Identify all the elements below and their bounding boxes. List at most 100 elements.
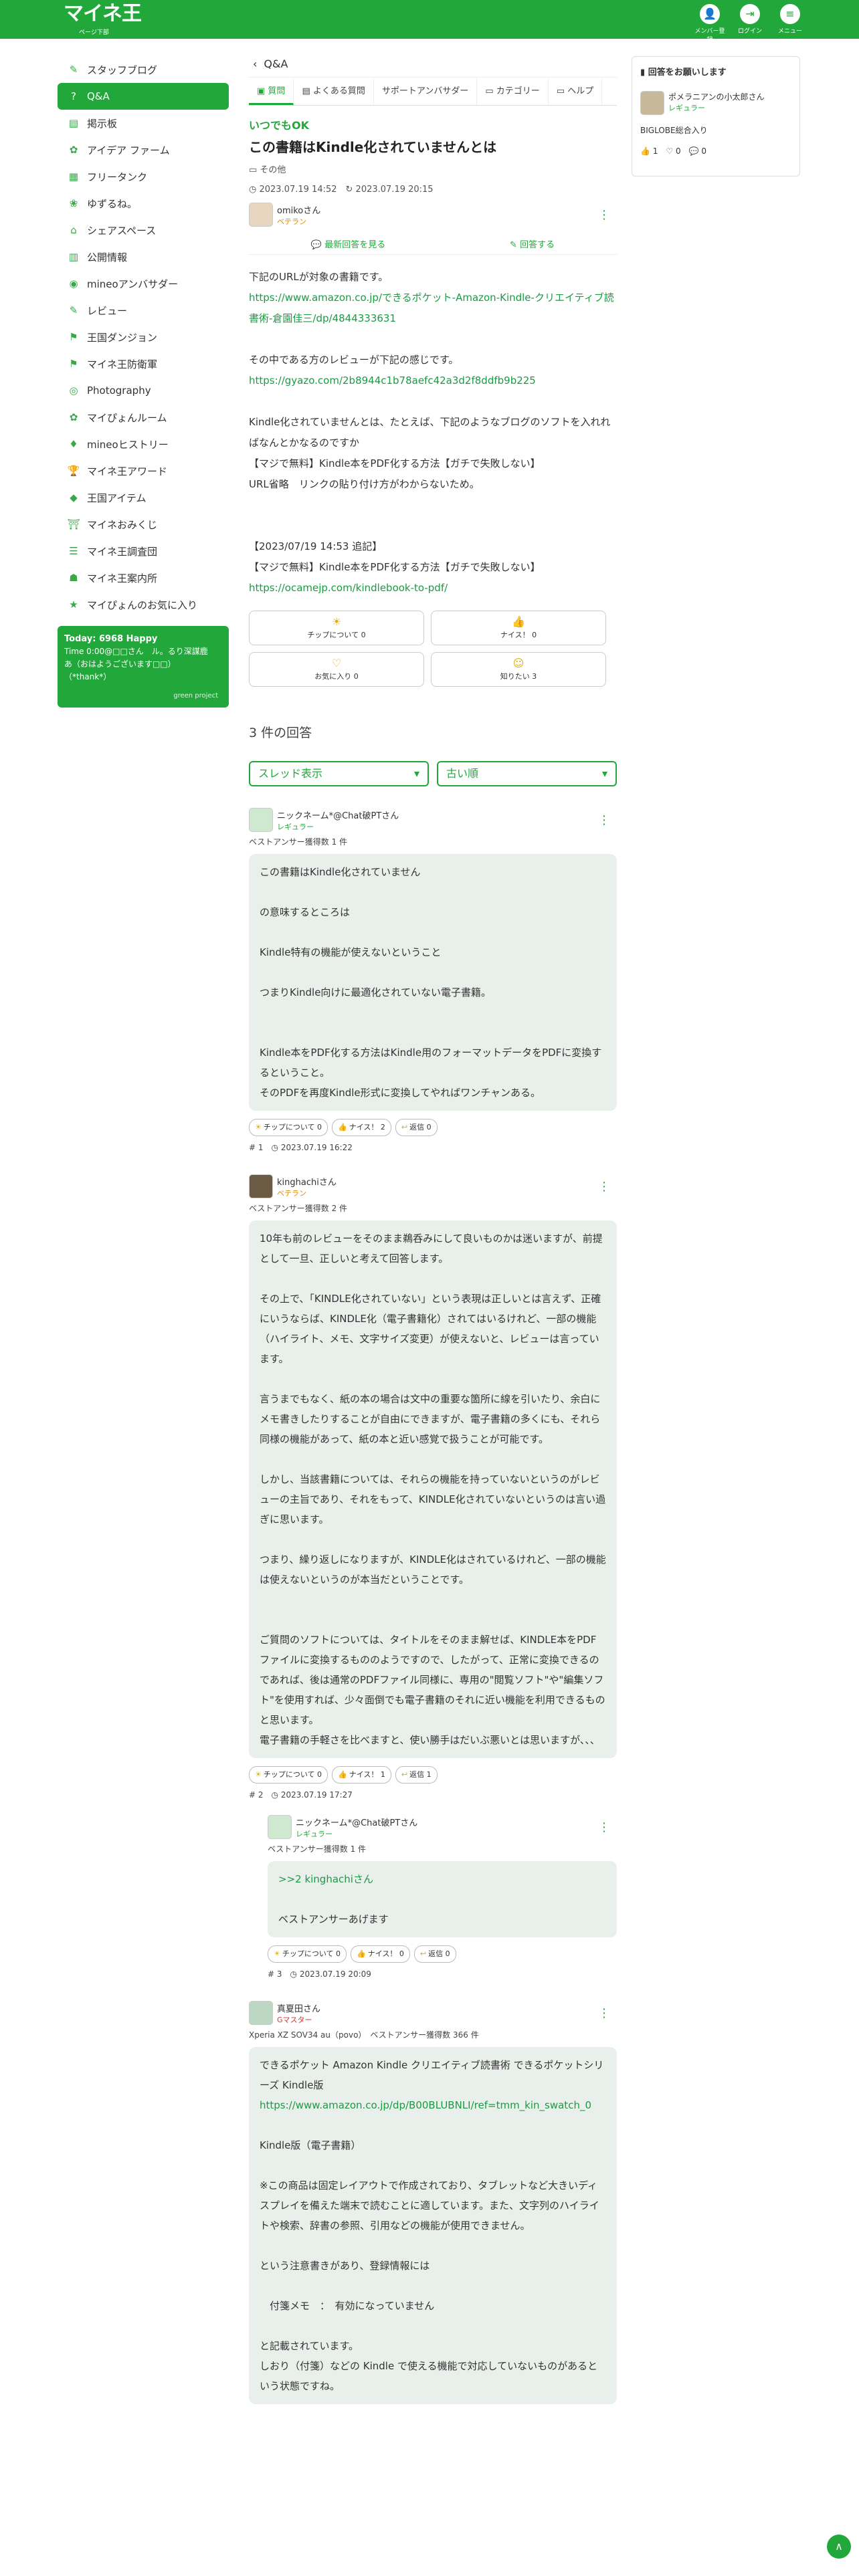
reaction-button[interactable]: 👍 ナイス！ 0 [431, 611, 606, 645]
answer-number[interactable]: # 2 [249, 1790, 264, 1800]
sidebar-item[interactable]: ◆ 王国アイテム [58, 484, 229, 511]
login-button[interactable]: ⇥ ログイン [733, 4, 767, 35]
reaction-icon: 👍 [512, 615, 525, 628]
more-icon[interactable]: ⋮ [598, 208, 610, 222]
body-link[interactable]: https://gyazo.com/2b8944c1b78aefc42a3d2f… [249, 370, 617, 391]
link-text[interactable]: >>2 kinghachiさん [278, 1873, 373, 1885]
answer-number[interactable]: # 3 [268, 1969, 282, 1979]
reaction-button[interactable]: ☀ チップについて 0 [249, 611, 424, 645]
more-icon[interactable]: ⋮ [598, 2006, 610, 2020]
thread-view-select[interactable]: スレッド表示 [249, 761, 429, 786]
link-text[interactable]: https://www.amazon.co.jp/dp/B00BLUBNLI/r… [260, 2099, 591, 2111]
sidebar-icon: ▦ [68, 171, 79, 183]
tab-0[interactable]: ▣ 質問 [249, 78, 294, 105]
chip-icon: ↩ [401, 1770, 408, 1779]
answer-number[interactable]: # 1 [249, 1143, 264, 1152]
clock-icon: ◷ [263, 1790, 281, 1800]
sidebar-item[interactable]: ⌂ シェアスペース [58, 217, 229, 243]
more-icon[interactable]: ⋮ [598, 1820, 610, 1834]
body-link[interactable]: https://www.amazon.co.jp/dp/B00BLUBNLI/r… [260, 2095, 606, 2115]
sidebar-item[interactable]: ☗ マイネ王案内所 [58, 564, 229, 591]
register-button[interactable]: 👤 メンバー登録 [693, 4, 727, 43]
sidebar-item[interactable]: ⛩ マイネおみくじ [58, 511, 229, 538]
more-icon[interactable]: ⋮ [598, 1180, 610, 1194]
back-link[interactable]: ‹ Q&A [249, 51, 617, 78]
link-text[interactable]: https://gyazo.com/2b8944c1b78aefc42a3d2f… [249, 374, 536, 387]
body-link[interactable]: https://ocamejp.com/kindlebook-to-pdf/ [249, 578, 617, 599]
reaction-chip[interactable]: ↩ 返信 1 [395, 1766, 438, 1784]
sidebar-item[interactable]: ▥ 公開情報 [58, 243, 229, 270]
line-text: Kindle化されていませんとは、たとえば、下記のようなブログのソフトを入れれば… [249, 416, 611, 449]
line-text: その中である方のレビューが下記の感じです。 [249, 354, 459, 366]
reaction-button[interactable]: ♡ お気に入り 0 [249, 652, 424, 687]
latest-answer-button[interactable]: 💬 最新回答を見る [311, 237, 385, 254]
more-icon[interactable]: ⋮ [598, 813, 610, 827]
today-box[interactable]: Today: 6968 Happy Time 0:00@□□さん ル。るり深謀鹿あ… [58, 626, 229, 708]
answer-rank: ベテラン [277, 1188, 306, 1198]
site-logo[interactable]: マイネ王 [64, 4, 142, 24]
body-link[interactable]: https://www.amazon.co.jp/できるポケット-Amazon-… [249, 288, 617, 329]
avatar[interactable] [249, 203, 273, 227]
question-category[interactable]: ▭ その他 [249, 163, 617, 175]
body-link[interactable]: >>2 kinghachiさん [278, 1869, 606, 1889]
sidebar-item-label: ゆずるね。 [87, 197, 138, 210]
answer-username[interactable]: kinghachiさん [277, 1175, 337, 1188]
sidebar-item[interactable]: ☰ マイネ王調査団 [58, 538, 229, 564]
reaction-chip[interactable]: 👍 ナイス！ 0 [351, 1945, 410, 1963]
reaction-chip[interactable]: ↩ 返信 0 [413, 1945, 456, 1963]
sidebar-item[interactable]: ✎ レビュー [58, 297, 229, 324]
sidebar-item[interactable]: 🏆 マイネ王アワード [58, 457, 229, 484]
sidebar: ✎ スタッフブログ? Q&A ▤ 掲示板 ✿ アイデア ファーム ▦ フリータンク ❀ ゆずるね。 ⌂… [58, 56, 229, 708]
answer-username[interactable]: 真夏田さん [277, 2002, 320, 2014]
page-title: この書籍はKindle化されていませんとは [249, 139, 497, 155]
avatar[interactable] [249, 2001, 273, 2025]
reaction-chip[interactable]: ↩ 返信 0 [395, 1119, 438, 1136]
reaction-chip[interactable]: ☀ チップについて 0 [249, 1766, 328, 1784]
folder-icon: ▭ [249, 165, 260, 175]
avatar[interactable] [249, 1174, 273, 1198]
sidebar-item[interactable]: ◉ mineoアンバサダー [58, 270, 229, 297]
answer-username[interactable]: ニックネーム*@Chat破PTさん [296, 1816, 417, 1828]
chip-label: ナイス！ 0 [367, 1949, 404, 1958]
tab-1[interactable]: ▤ よくある質問 [294, 78, 374, 105]
line-text: 下記のURLが対象の書籍です。 [249, 271, 389, 283]
reaction-chip[interactable]: 👍 ナイス！ 1 [332, 1766, 391, 1784]
sidebar-item[interactable]: ❀ ゆずるね。 [58, 190, 229, 217]
sidebar-item-label: マイぴょんルーム [87, 411, 167, 424]
link-text[interactable]: https://www.amazon.co.jp/できるポケット-Amazon-… [249, 292, 614, 324]
sidebar-item[interactable]: ✿ アイデア ファーム [58, 136, 229, 163]
menu-button[interactable]: ≡ メニュー [773, 4, 807, 35]
sidebar-item[interactable]: ? Q&A [58, 83, 229, 110]
link-text[interactable]: https://ocamejp.com/kindlebook-to-pdf/ [249, 582, 448, 594]
answer-button[interactable]: ✎ 回答する [510, 237, 555, 254]
tab-4[interactable]: ▭ ヘルプ [549, 78, 603, 105]
avatar[interactable] [268, 1815, 292, 1839]
line-text: という注意書きがあり、登録情報には [260, 2260, 430, 2272]
book-icon: ▮ [640, 68, 648, 78]
sidebar-item[interactable]: ▤ 掲示板 [58, 110, 229, 136]
chip-label: 返信 1 [409, 1770, 432, 1779]
avatar[interactable] [640, 91, 664, 115]
sort-order-select[interactable]: 古い順 [437, 761, 617, 786]
reaction-chip[interactable]: ☀ チップについて 0 [268, 1945, 347, 1963]
sidebar-item[interactable]: ★ マイぴょんのお気に入り [58, 591, 229, 618]
sidebar-item[interactable]: ✎ スタッフブログ [58, 56, 229, 83]
reaction-chip[interactable]: 👍 ナイス！ 2 [332, 1119, 391, 1136]
sidebar-item[interactable]: ♦ mineoヒストリー [58, 431, 229, 457]
line-text: ※この商品は固定レイアウトで作成されており、タブレットなど大きいディスプレイを備… [260, 2179, 599, 2232]
body-line: Kindle版（電子書籍） [260, 2135, 606, 2155]
scroll-top-button[interactable]: ∧ [827, 2535, 851, 2559]
tab-3[interactable]: ▭ カテゴリー [477, 78, 549, 105]
sidebar-item[interactable]: ▦ フリータンク [58, 163, 229, 190]
sidebar-item[interactable]: ◎ Photography [58, 377, 229, 404]
reaction-chip[interactable]: ☀ チップについて 0 [249, 1119, 328, 1136]
avatar[interactable] [249, 808, 273, 832]
sidebar-item[interactable]: ⚑ 王国ダンジョン [58, 324, 229, 350]
sidebar-item-label: マイネ王防衛軍 [87, 358, 158, 370]
sidebar-item[interactable]: ⚑ マイネ王防衛軍 [58, 350, 229, 377]
tab-icon: ▣ [257, 86, 268, 96]
sidebar-item[interactable]: ✿ マイぴょんルーム [58, 404, 229, 431]
tab-2[interactable]: サポートアンバサダー [374, 78, 478, 105]
answer-username[interactable]: ニックネーム*@Chat破PTさん [277, 809, 399, 821]
reaction-button[interactable]: ☺ 知りたい 3 [431, 652, 606, 687]
